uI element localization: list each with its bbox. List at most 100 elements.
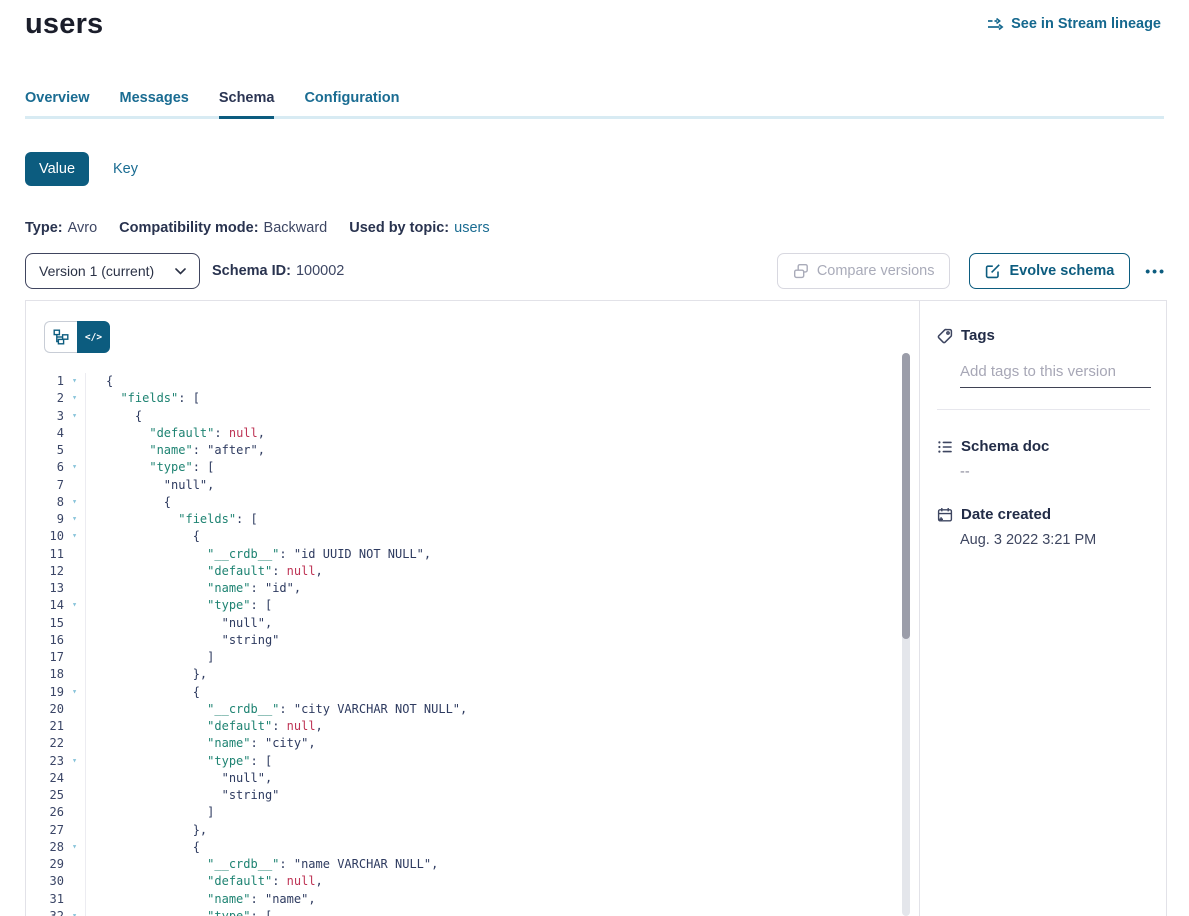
fold-spacer — [64, 822, 85, 839]
compatibility-value: Backward — [264, 220, 328, 236]
code-line: 25 "string" — [26, 787, 899, 804]
fold-spacer — [64, 701, 85, 718]
code-view-button[interactable]: </> — [77, 321, 110, 353]
line-number: 3 — [26, 408, 64, 425]
evolve-schema-label: Evolve schema — [1009, 263, 1114, 279]
tree-view-icon — [53, 329, 69, 345]
collapse-toggle-icon[interactable]: ▾ — [64, 494, 85, 511]
line-number: 11 — [26, 546, 64, 563]
fold-spacer — [64, 735, 85, 752]
list-icon — [937, 439, 953, 455]
compare-versions-button[interactable]: Compare versions — [777, 253, 951, 289]
more-actions-button[interactable]: ••• — [1143, 259, 1168, 283]
code-text: { — [85, 408, 899, 425]
topic-link[interactable]: users — [454, 220, 489, 236]
line-number: 31 — [26, 891, 64, 908]
code-line: 20 "__crdb__": "city VARCHAR NOT NULL", — [26, 701, 899, 718]
code-line: 5 "name": "after", — [26, 442, 899, 459]
code-line: 4 "default": null, — [26, 425, 899, 442]
tab-messages[interactable]: Messages — [120, 90, 189, 119]
code-line: 24 "null", — [26, 770, 899, 787]
tab-bar: Overview Messages Schema Configuration — [25, 90, 1164, 119]
version-dropdown[interactable]: Version 1 (current) — [25, 253, 200, 289]
line-number: 28 — [26, 839, 64, 856]
code-line: 16 "string" — [26, 632, 899, 649]
code-text: "default": null, — [85, 873, 899, 890]
line-number: 21 — [26, 718, 64, 735]
fold-spacer — [64, 632, 85, 649]
fold-spacer — [64, 425, 85, 442]
fold-spacer — [64, 442, 85, 459]
code-line: 11 "__crdb__": "id UUID NOT NULL", — [26, 546, 899, 563]
collapse-toggle-icon[interactable]: ▾ — [64, 684, 85, 701]
code-line: 18 }, — [26, 666, 899, 683]
code-line: 19▾ { — [26, 684, 899, 701]
schema-id-value: 100002 — [296, 263, 344, 279]
code-text: "null", — [85, 615, 899, 632]
line-number: 4 — [26, 425, 64, 442]
code-text: "name": "name", — [85, 891, 899, 908]
fold-spacer — [64, 718, 85, 735]
schema-doc-title: Schema doc — [961, 438, 1049, 455]
code-line: 14▾ "type": [ — [26, 597, 899, 614]
code-line: 1▾{ — [26, 373, 899, 390]
collapse-toggle-icon[interactable]: ▾ — [64, 753, 85, 770]
chevron-down-icon — [175, 268, 186, 275]
code-line: 32▾ "type": [ — [26, 908, 899, 916]
collapse-toggle-icon[interactable]: ▾ — [64, 459, 85, 476]
line-number: 23 — [26, 753, 64, 770]
collapse-toggle-icon[interactable]: ▾ — [64, 528, 85, 545]
line-number: 15 — [26, 615, 64, 632]
line-number: 25 — [26, 787, 64, 804]
tree-view-button[interactable] — [44, 321, 77, 353]
tab-overview[interactable]: Overview — [25, 90, 90, 119]
line-number: 22 — [26, 735, 64, 752]
compare-versions-label: Compare versions — [817, 263, 935, 279]
key-button[interactable]: Key — [113, 161, 138, 177]
line-number: 30 — [26, 873, 64, 890]
code-text: "null", — [85, 770, 899, 787]
tab-configuration[interactable]: Configuration — [304, 90, 399, 119]
fold-spacer — [64, 787, 85, 804]
collapse-toggle-icon[interactable]: ▾ — [64, 908, 85, 916]
code-line: 28▾ { — [26, 839, 899, 856]
line-number: 9 — [26, 511, 64, 528]
collapse-toggle-icon[interactable]: ▾ — [64, 511, 85, 528]
value-button[interactable]: Value — [25, 152, 89, 186]
code-line: 29 "__crdb__": "name VARCHAR NULL", — [26, 856, 899, 873]
code-text: ] — [85, 804, 899, 821]
line-number: 18 — [26, 666, 64, 683]
code-line: 10▾ { — [26, 528, 899, 545]
code-text: "type": [ — [85, 597, 899, 614]
add-tags-input[interactable] — [960, 363, 1151, 388]
collapse-toggle-icon[interactable]: ▾ — [64, 839, 85, 856]
code-text: "__crdb__": "name VARCHAR NULL", — [85, 856, 899, 873]
collapse-toggle-icon[interactable]: ▾ — [64, 408, 85, 425]
collapse-toggle-icon[interactable]: ▾ — [64, 597, 85, 614]
code-line: 15 "null", — [26, 615, 899, 632]
date-created-value: Aug. 3 2022 3:21 PM — [960, 532, 1150, 548]
code-text: "fields": [ — [85, 390, 899, 407]
collapse-toggle-icon[interactable]: ▾ — [64, 390, 85, 407]
collapse-toggle-icon[interactable]: ▾ — [64, 373, 85, 390]
evolve-schema-button[interactable]: Evolve schema — [969, 253, 1130, 289]
code-text: "name": "city", — [85, 735, 899, 752]
line-number: 13 — [26, 580, 64, 597]
code-text: }, — [85, 822, 899, 839]
code-line: 6▾ "type": [ — [26, 459, 899, 476]
code-line: 2▾ "fields": [ — [26, 390, 899, 407]
page-title: users — [25, 8, 103, 41]
code-scrollbar-thumb[interactable] — [902, 353, 910, 639]
code-line: 23▾ "type": [ — [26, 753, 899, 770]
line-number: 29 — [26, 856, 64, 873]
code-text: "string" — [85, 787, 899, 804]
code-text: { — [85, 528, 899, 545]
code-scrollbar-track[interactable] — [902, 353, 910, 916]
code-text: { — [85, 684, 899, 701]
code-view-icon: </> — [85, 332, 102, 343]
code-text: "default": null, — [85, 718, 899, 735]
tab-schema[interactable]: Schema — [219, 90, 275, 119]
stream-lineage-link[interactable]: See in Stream lineage — [987, 16, 1161, 32]
type-label: Type: — [25, 220, 63, 236]
fold-spacer — [64, 891, 85, 908]
